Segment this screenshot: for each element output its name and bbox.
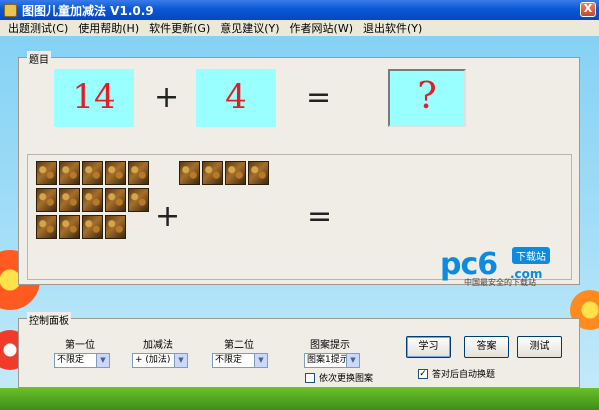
test-button[interactable]: 测试: [517, 336, 562, 358]
app-window: 图图儿童加减法 V1.0.9 X 出题测试(C) 使用帮助(H) 软件更新(G)…: [0, 0, 599, 410]
second-digit-label: 第二位: [224, 340, 254, 351]
second-digit-select[interactable]: 不限定 ▼: [212, 353, 268, 368]
answer-box[interactable]: ?: [388, 69, 466, 127]
leopard-picture-icon: [36, 161, 57, 185]
first-digit-select[interactable]: 不限定 ▼: [54, 353, 110, 368]
leopard-picture-icon: [59, 161, 80, 185]
control-panel-legend: 控制面板: [27, 312, 71, 327]
watermark-slogan: 中国最安全的下载站: [464, 278, 536, 287]
leopard-picture-icon: [248, 161, 269, 185]
auto-switch-checkbox-row[interactable]: ✓ 答对后自动换题: [418, 367, 495, 380]
leopard-picture-icon: [128, 188, 149, 212]
leopard-picture-icon: [105, 215, 126, 239]
change-picture-checkbox-row[interactable]: 依次更换图案: [305, 371, 373, 384]
operation-select[interactable]: + (加法) ▼: [132, 353, 188, 368]
operation-value: + (加法): [135, 355, 171, 365]
plus-sign: +: [154, 80, 180, 115]
leopard-picture-icon: [82, 161, 103, 185]
app-icon: [4, 3, 17, 17]
second-number-card: 4: [196, 69, 276, 127]
leopard-picture-icon: [179, 161, 200, 185]
leopard-picture-icon: [225, 161, 246, 185]
chevron-down-icon: ▼: [96, 354, 109, 367]
window-title: 图图儿童加减法 V1.0.9: [22, 3, 154, 18]
menu-item-update[interactable]: 软件更新(G): [144, 20, 215, 36]
leopard-picture-icon: [59, 188, 80, 212]
control-panel: 控制面板 第一位 不限定 ▼ 加减法 + (加法) ▼ 第二位 不限定 ▼ 图案…: [18, 312, 580, 388]
leopard-picture-icon: [36, 215, 57, 239]
watermark-tag: 下载站: [512, 247, 550, 264]
question-panel-legend: 题目: [27, 51, 51, 66]
leopard-picture-icon: [36, 188, 57, 212]
leopard-picture-icon: [202, 161, 223, 185]
first-digit-value: 不限定: [57, 355, 85, 365]
leopard-picture-icon: [82, 215, 103, 239]
menu-item-test[interactable]: 出题测试(C): [3, 20, 73, 36]
menu-item-help[interactable]: 使用帮助(H): [73, 20, 144, 36]
leopard-picture-icon: [59, 215, 80, 239]
picture-hint-label: 图案提示: [310, 340, 350, 351]
equals-sign: =: [306, 80, 332, 115]
leopard-picture-icon: [105, 161, 126, 185]
title-bar: 图图儿童加减法 V1.0.9 X: [0, 0, 599, 20]
learn-button[interactable]: 学习: [406, 336, 451, 358]
grass-decoration: [0, 388, 599, 410]
close-button[interactable]: X: [580, 2, 596, 17]
first-digit-label: 第一位: [65, 340, 95, 351]
pc6-watermark: pc6 下载站 .com 中国最安全的下载站: [440, 247, 550, 287]
picture-equals-sign: =: [307, 199, 333, 234]
picture-hint-value: 图案1提示: [307, 355, 349, 365]
operation-label: 加减法: [143, 340, 173, 351]
leopard-picture-icon: [105, 188, 126, 212]
leopard-picture-icon: [82, 188, 103, 212]
menu-item-website[interactable]: 作者网站(W): [285, 20, 358, 36]
first-number-card: 14: [54, 69, 134, 127]
chevron-down-icon: ▼: [174, 354, 187, 367]
menu-item-exit[interactable]: 退出软件(Y): [358, 20, 427, 36]
menu-bar: 出题测试(C) 使用帮助(H) 软件更新(G) 意见建议(Y) 作者网站(W) …: [0, 20, 599, 36]
chevron-down-icon: ▼: [254, 354, 267, 367]
menu-item-feedback[interactable]: 意见建议(Y): [215, 20, 284, 36]
picture-hint-select[interactable]: 图案1提示 ▼: [304, 353, 360, 368]
change-picture-checkbox-label: 依次更换图案: [319, 374, 374, 384]
chevron-down-icon: ▼: [346, 354, 359, 367]
auto-switch-checkbox-label: 答对后自动换题: [432, 370, 496, 380]
picture-plus-sign: +: [155, 199, 181, 234]
auto-switch-checkbox[interactable]: ✓: [418, 368, 428, 379]
answer-button[interactable]: 答案: [464, 336, 509, 358]
leopard-picture-icon: [128, 161, 149, 185]
second-digit-value: 不限定: [215, 355, 243, 365]
change-picture-checkbox[interactable]: [305, 372, 315, 383]
